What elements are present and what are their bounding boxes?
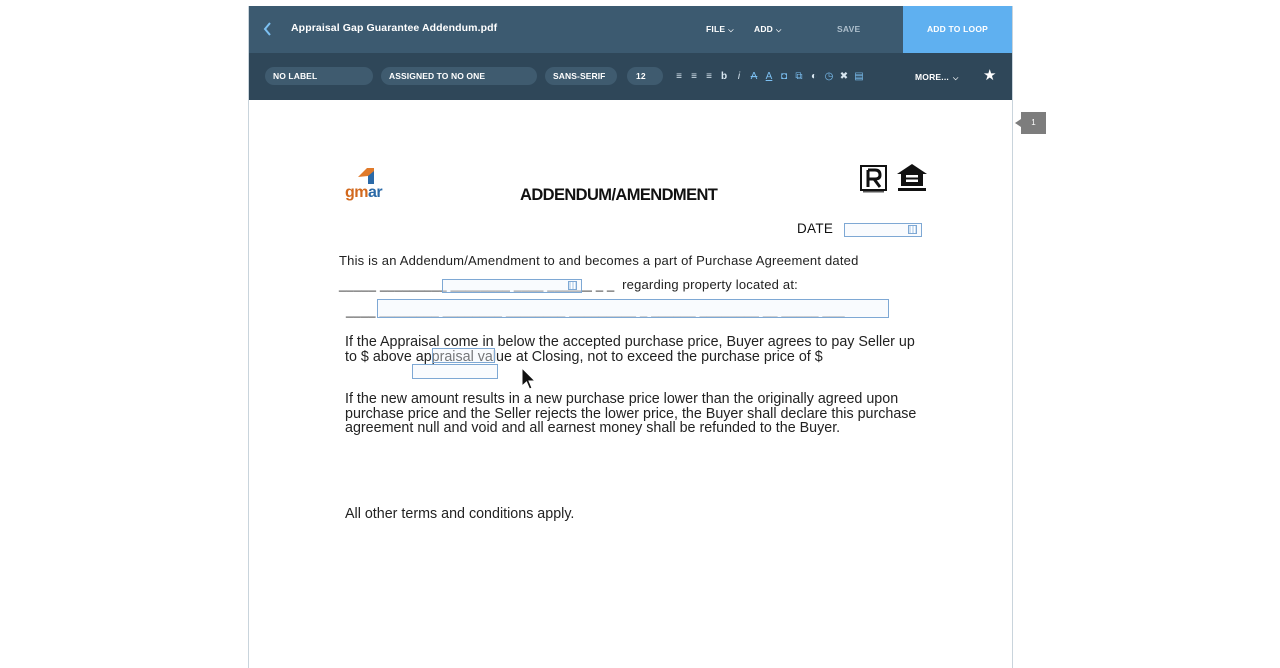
star-icon[interactable]: ★ [983,66,996,84]
document-heading: ADDENDUM/AMENDMENT [520,186,718,204]
gmar-logo-text: gmar [345,184,383,201]
italic-icon[interactable]: i [734,72,744,82]
intro-text: This is an Addendum/Amendment to and bec… [339,253,859,268]
max-purchase-price-field[interactable] [412,364,498,379]
property-address-field[interactable] [377,299,889,318]
label-select[interactable]: NO LABEL [265,67,373,85]
add-menu-label: ADD [754,24,774,34]
page-number-tab[interactable]: 1 [1015,112,1046,134]
lower-price-paragraph: If the new amount results in a new purch… [345,391,917,436]
more-menu[interactable]: MORE... ⌵ [915,72,959,83]
terms-paragraph: All other terms and conditions apply. [345,506,575,522]
align-left-icon[interactable]: ≡ [674,72,684,82]
purchase-agreement-date-field[interactable] [442,279,582,293]
seller-up-to-amount-field[interactable] [432,348,495,363]
back-arrow-icon[interactable] [261,20,275,38]
save-button[interactable]: SAVE [837,24,860,34]
calendar-icon [568,281,577,290]
document-title: Appraisal Gap Guarantee Addendum.pdf [291,22,498,34]
equal-housing-icon [897,164,927,191]
assigned-select[interactable]: ASSIGNED TO NO ONE [381,67,537,85]
font-size-select[interactable]: 12 [627,67,663,85]
date-label: DATE [797,221,834,236]
add-to-loop-button[interactable]: ADD TO LOOP [903,6,1012,53]
contrast-icon[interactable]: ◐ [809,72,819,82]
date-field[interactable] [844,223,922,237]
gmar-logo-mark-icon [358,168,374,184]
chevron-down-icon: ⌵ [776,27,782,34]
chevron-down-icon: ⌵ [953,75,959,82]
strikethrough-icon[interactable]: A [749,72,759,82]
format-tools: ≡ ≡ ≡ b i A A ◘ ⧉ ◐ ◷ ✖ ▤ [674,71,864,83]
bold-icon[interactable]: b [719,72,729,82]
copy-icon[interactable]: ⧉ [794,72,804,82]
clock-icon[interactable]: ◷ [824,72,834,82]
underline-icon[interactable]: A [764,72,774,82]
chevron-down-icon: ⌵ [728,27,734,34]
fill-color-icon[interactable]: ◘ [779,72,789,82]
align-right-icon[interactable]: ≡ [704,72,714,82]
grid-icon[interactable]: ▤ [854,72,864,82]
file-menu-label: FILE [706,24,726,34]
add-menu[interactable]: ADD ⌵ [754,24,782,35]
delete-icon[interactable]: ✖ [839,72,849,82]
calendar-icon [908,225,917,234]
align-center-icon[interactable]: ≡ [689,72,699,82]
format-toolbar: NO LABEL ASSIGNED TO NO ONE SANS-SERIF 1… [249,53,1012,100]
font-family-select[interactable]: SANS-SERIF [545,67,617,85]
file-menu[interactable]: FILE ⌵ [706,24,734,35]
mouse-cursor-icon [521,366,537,390]
realtor-logo-icon [860,165,887,193]
more-menu-label: MORE... [915,72,949,82]
top-bar: Appraisal Gap Guarantee Addendum.pdf FIL… [249,6,1012,53]
